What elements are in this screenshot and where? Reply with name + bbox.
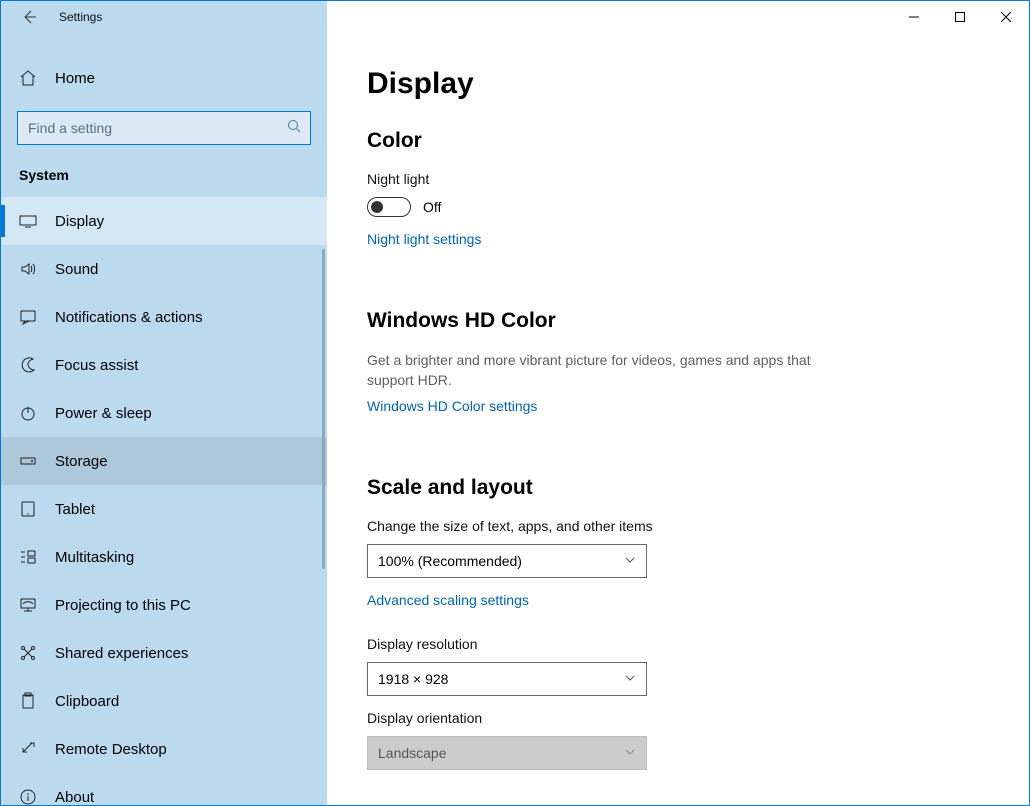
display-icon: [19, 212, 37, 230]
sidebar-item-power[interactable]: Power & sleep: [1, 389, 327, 437]
sidebar-item-label: Multitasking: [55, 549, 134, 566]
sound-icon: [19, 260, 37, 278]
sidebar-scrollbar[interactable]: [322, 249, 325, 805]
sidebar-item-about[interactable]: About: [1, 773, 327, 805]
titlebar: Settings: [1, 1, 1029, 33]
night-light-state: Off: [423, 199, 441, 215]
hdr-settings-link[interactable]: Windows HD Color settings: [367, 398, 537, 414]
sidebar-item-sound[interactable]: Sound: [1, 245, 327, 293]
sidebar-item-shared[interactable]: Shared experiences: [1, 629, 327, 677]
main-content: Display Color Night light Off Night ligh…: [327, 33, 1029, 805]
tablet-icon: [19, 500, 37, 518]
text-size-select[interactable]: 100% (Recommended): [367, 544, 647, 578]
about-icon: [19, 788, 37, 805]
notifications-icon: [19, 308, 37, 326]
page-title: Display: [367, 67, 989, 101]
sidebar-item-focus[interactable]: Focus assist: [1, 341, 327, 389]
sidebar-item-label: Projecting to this PC: [55, 597, 191, 614]
resolution-label: Display resolution: [367, 636, 989, 652]
sidebar-item-label: Shared experiences: [55, 645, 188, 662]
sidebar-item-display[interactable]: Display: [1, 197, 327, 245]
minimize-button[interactable]: [891, 1, 937, 33]
sidebar-item-label: Sound: [55, 261, 98, 278]
orientation-value: Landscape: [378, 745, 447, 761]
window-title: Settings: [59, 10, 102, 24]
night-light-label: Night light: [367, 171, 989, 187]
remote-icon: [19, 740, 37, 758]
orientation-select: Landscape: [367, 736, 647, 770]
storage-icon: [19, 452, 37, 470]
sidebar-item-label: Power & sleep: [55, 405, 152, 422]
hdr-description: Get a brighter and more vibrant picture …: [367, 351, 827, 390]
sidebar-item-multitasking[interactable]: Multitasking: [1, 533, 327, 581]
sidebar-item-notifications[interactable]: Notifications & actions: [1, 293, 327, 341]
section-hdr: Windows HD Color: [367, 309, 989, 333]
sidebar-item-label: Storage: [55, 453, 108, 470]
maximize-button[interactable]: [937, 1, 983, 33]
back-button[interactable]: [19, 7, 39, 27]
sidebar-item-storage[interactable]: Storage: [1, 437, 327, 485]
sidebar-item-label: Focus assist: [55, 357, 138, 374]
sidebar-item-label: Tablet: [55, 501, 95, 518]
section-color: Color: [367, 129, 989, 153]
sidebar-item-clipboard[interactable]: Clipboard: [1, 677, 327, 725]
chevron-down-icon: [624, 553, 636, 569]
home-nav[interactable]: Home: [1, 59, 327, 97]
resolution-select[interactable]: 1918 × 928: [367, 662, 647, 696]
orientation-label: Display orientation: [367, 710, 989, 726]
chevron-down-icon: [624, 745, 636, 761]
night-light-toggle[interactable]: [367, 197, 411, 217]
text-size-value: 100% (Recommended): [378, 553, 522, 569]
multitasking-icon: [19, 548, 37, 566]
sidebar-item-projecting[interactable]: Projecting to this PC: [1, 581, 327, 629]
advanced-scaling-link[interactable]: Advanced scaling settings: [367, 592, 529, 608]
focus-icon: [19, 356, 37, 374]
night-light-settings-link[interactable]: Night light settings: [367, 231, 481, 247]
power-icon: [19, 404, 37, 422]
category-header: System: [1, 167, 327, 197]
sidebar-item-label: Notifications & actions: [55, 309, 203, 326]
clipboard-icon: [19, 692, 37, 710]
sidebar-item-label: Clipboard: [55, 693, 119, 710]
text-size-label: Change the size of text, apps, and other…: [367, 518, 989, 534]
sidebar-item-label: Display: [55, 213, 104, 230]
section-scale: Scale and layout: [367, 476, 989, 500]
sidebar-item-label: About: [55, 789, 94, 806]
search-icon: [287, 119, 301, 136]
search-input[interactable]: [17, 111, 311, 145]
chevron-down-icon: [624, 671, 636, 687]
projecting-icon: [19, 596, 37, 614]
resolution-value: 1918 × 928: [378, 671, 448, 687]
sidebar-item-tablet[interactable]: Tablet: [1, 485, 327, 533]
home-icon: [19, 69, 37, 87]
sidebar: Home System Display Sound Notifications & …: [1, 33, 327, 805]
close-button[interactable]: [983, 1, 1029, 33]
shared-icon: [19, 644, 37, 662]
sidebar-item-remote[interactable]: Remote Desktop: [1, 725, 327, 773]
home-label: Home: [55, 70, 95, 87]
sidebar-item-label: Remote Desktop: [55, 741, 167, 758]
